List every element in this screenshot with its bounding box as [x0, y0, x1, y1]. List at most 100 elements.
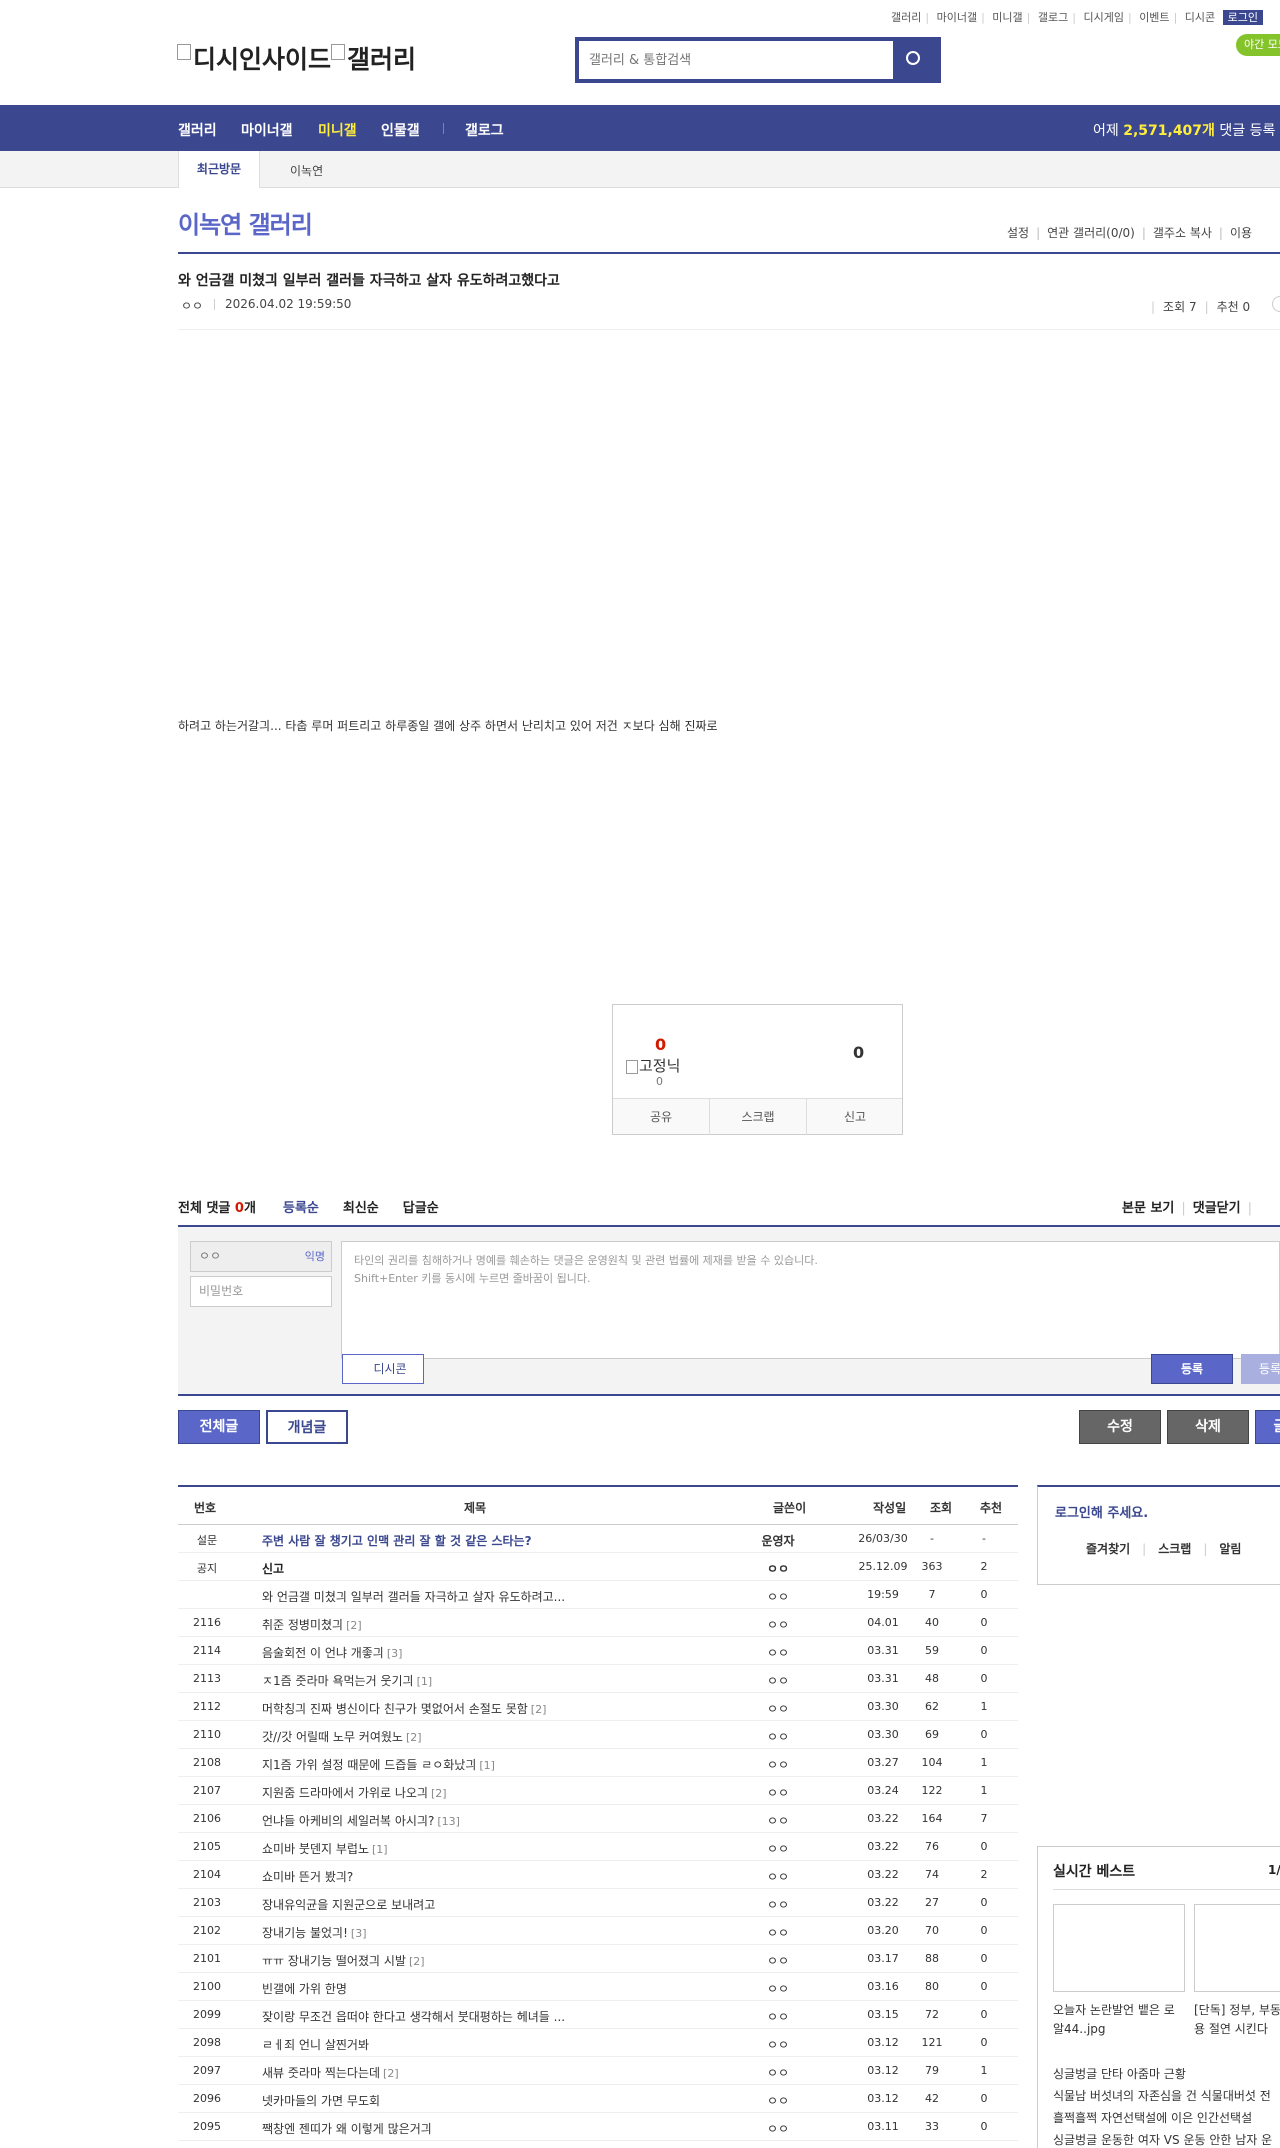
nav-gallery[interactable]: 갤러리 [178, 120, 217, 140]
table-row[interactable]: 2097 새뷰 줏라마 찍는다는데 [2] ㅇㅇ 03.12 79 1 [178, 2057, 1018, 2085]
row-writer[interactable]: ㅇㅇ [748, 1868, 808, 1885]
row-writer[interactable]: ㅇㅇ [748, 1896, 808, 1913]
best-thumbnail[interactable] [1053, 1904, 1185, 1992]
row-title[interactable]: 머학칭긔 진짜 병신이다 친구가 몇없어서 손절도 못함 [2] [262, 1700, 546, 1717]
nav-gallog[interactable]: 갤로그 [465, 120, 504, 140]
row-writer[interactable]: ㅇㅇ [748, 2064, 808, 2081]
write-button[interactable]: 글 [1255, 1410, 1280, 1444]
row-writer[interactable]: ㅇㅇ [748, 1980, 808, 1997]
option-related[interactable]: 연관 갤러리(0/0) [1047, 226, 1135, 240]
comment-textarea[interactable]: 타인의 권리를 침해하거나 명예를 훼손하는 댓글은 운영원칙 및 관련 법률에… [341, 1241, 1280, 1359]
row-title[interactable]: 장내기능 불었긔! [3] [262, 1924, 367, 1941]
fixed-nick-recommend-button[interactable]: 고정닉 [626, 1055, 680, 1076]
recent-visit-label[interactable]: 최근방문 [178, 151, 260, 188]
best-item[interactable]: 식물남 버섯녀의 자존심을 건 식물대버섯 전 [1053, 2087, 1271, 2104]
best-item[interactable]: 싱글벙글 단타 아줌마 근황 [1053, 2065, 1186, 2082]
row-title[interactable]: 갓//갓 어릴때 노무 커여웠노 [2] [262, 1728, 422, 1745]
row-writer[interactable]: 운영자 [748, 1532, 808, 1549]
row-title[interactable]: 언냐들 아케비의 세일러복 아시긔? [13] [262, 1812, 460, 1829]
row-title[interactable]: ㅠㅠ 장내기능 떨어졌긔 시발 [2] [262, 1952, 425, 1969]
util-link-minor[interactable]: 마이너갤 [937, 11, 977, 24]
table-row[interactable]: 2114 음술회전 이 언냐 개좋긔 [3] ㅇㅇ 03.31 59 0 [178, 1637, 1018, 1665]
table-row[interactable]: 2113 ㅈ1즘 줏라마 욕먹는거 웃기긔 [1] ㅇㅇ 03.31 48 0 [178, 1665, 1018, 1693]
util-link-gallery[interactable]: 갤러리 [891, 11, 921, 24]
row-writer[interactable]: ㅇㅇ [748, 1616, 808, 1633]
reply-count[interactable]: [13] [437, 1815, 460, 1828]
row-writer[interactable]: ㅇㅇ [748, 1644, 808, 1661]
reply-count[interactable]: [3] [351, 1927, 367, 1940]
table-row[interactable]: 2101 ㅠㅠ 장내기능 떨어졌긔 시발 [2] ㅇㅇ 03.17 88 0 [178, 1945, 1018, 1973]
row-title[interactable]: 지1즘 가위 설정 때문에 드즙들 ㄹㅇ화났긔 [1] [262, 1756, 495, 1773]
more-icon[interactable] [1272, 296, 1280, 312]
site-logo[interactable]: 디시인사이드 갤러리 [177, 40, 416, 76]
row-writer[interactable]: ㅇㅇ [748, 1812, 808, 1829]
row-title[interactable]: 주변 사람 잘 챙기고 인맥 관리 잘 할 것 같은 스타는? [262, 1532, 532, 1549]
close-comments-button[interactable]: 댓글닫기 [1193, 1201, 1241, 1216]
delete-button[interactable]: 삭제 [1167, 1410, 1249, 1444]
row-writer[interactable]: ㅇㅇ [748, 2008, 808, 2025]
nav-mini[interactable]: 미니갤 [318, 120, 357, 140]
all-posts-button[interactable]: 전체글 [178, 1410, 260, 1444]
row-title[interactable]: 넷카마들의 가면 무도회 [262, 2092, 380, 2109]
dccon-button[interactable]: 디시콘 [342, 1354, 424, 1384]
reply-count[interactable]: [2] [383, 2067, 399, 2080]
search-button[interactable] [893, 41, 937, 79]
util-link-gallog[interactable]: 갤로그 [1038, 11, 1068, 24]
reply-count[interactable]: [3] [387, 1647, 403, 1660]
util-link-event[interactable]: 이벤트 [1139, 11, 1169, 24]
row-writer[interactable]: ㅇㅇ [748, 1672, 808, 1689]
reply-count[interactable]: [2] [531, 1703, 547, 1716]
nav-person[interactable]: 인물갤 [381, 120, 420, 140]
comment-name-field[interactable]: ㅇㅇ 익명 [190, 1241, 332, 1272]
share-button[interactable]: 공유 [613, 1099, 709, 1135]
table-row[interactable]: 2098 ㄹㅔ죄 언니 살찐거봐 ㅇㅇ 03.12 121 0 [178, 2029, 1018, 2057]
recent-visit-item[interactable]: 이녹연 [290, 162, 323, 179]
report-button[interactable]: 신고 [807, 1099, 903, 1135]
post-author[interactable]: ㅇㅇ [181, 297, 203, 314]
util-link-game[interactable]: 디시게임 [1083, 11, 1123, 24]
table-row[interactable]: 2102 장내기능 불었긔! [3] ㅇㅇ 03.20 70 0 [178, 1917, 1018, 1945]
row-writer[interactable]: ㅇㅇ [748, 2092, 808, 2109]
table-row[interactable]: 2106 언냐들 아케비의 세일러복 아시긔? [13] ㅇㅇ 03.22 164 7 [178, 1805, 1018, 1833]
row-title[interactable]: 음술회전 이 언냐 개좋긔 [3] [262, 1644, 402, 1661]
option-settings[interactable]: 설정 [1007, 226, 1029, 240]
option-copy-address[interactable]: 갤주소 복사 [1153, 226, 1212, 240]
edit-button[interactable]: 수정 [1079, 1410, 1161, 1444]
row-writer[interactable]: ㅇㅇ [748, 1588, 808, 1605]
option-usage[interactable]: 이용 [1230, 226, 1252, 240]
comment-submit-button[interactable]: 등록 [1151, 1354, 1233, 1384]
row-writer[interactable]: ㅇㅇ [748, 1756, 808, 1773]
util-link-dccon[interactable]: 디시콘 [1185, 11, 1215, 24]
best-thumb-caption[interactable]: [단독] 정부, 부동 용 절연 시킨다 [1194, 2001, 1280, 2039]
table-row[interactable]: 2095 짹창엔 젠띠가 왜 이렇게 많은거긔 ㅇㅇ 03.11 33 0 [178, 2113, 1018, 2141]
table-row[interactable]: 2110 갓//갓 어릴때 노무 커여웠노 [2] ㅇㅇ 03.30 69 0 [178, 1721, 1018, 1749]
row-writer[interactable]: ㅇㅇ [748, 1728, 808, 1745]
favorites-link[interactable]: 즐겨찾기 [1086, 1542, 1130, 1556]
search-input[interactable] [583, 45, 883, 75]
table-row[interactable]: 공지 신고 ㅇㅇ 25.12.09 363 2 [178, 1553, 1018, 1581]
reply-count[interactable]: [2] [409, 1955, 425, 1968]
reply-count[interactable]: [2] [346, 1619, 362, 1632]
row-title[interactable]: 쇼미바 붓덴지 부럽노 [1] [262, 1840, 388, 1857]
scrap-button[interactable]: 스크랩 [710, 1099, 806, 1135]
row-writer[interactable]: ㅇㅇ [748, 2036, 808, 2053]
row-writer[interactable]: ㅇㅇ [748, 1924, 808, 1941]
row-title[interactable]: 쇼미바 뜬거 봤긔? [262, 1868, 353, 1885]
sort-registered[interactable]: 등록순 [283, 1201, 319, 1216]
row-writer[interactable]: ㅇㅇ [748, 1784, 808, 1801]
row-title[interactable]: 지원줌 드라마에서 가위로 나오긔 [2] [262, 1784, 447, 1801]
concept-posts-button[interactable]: 개념글 [266, 1410, 348, 1444]
table-row[interactable]: 2100 빈갤에 가위 한명 ㅇㅇ 03.16 80 0 [178, 1973, 1018, 2001]
table-row[interactable]: 2107 지원줌 드라마에서 가위로 나오긔 [2] ㅇㅇ 03.24 122 1 [178, 1777, 1018, 1805]
row-title[interactable]: 짹창엔 젠띠가 왜 이렇게 많은거긔 [262, 2120, 432, 2137]
best-item[interactable]: 흘쩍흘쩍 자연선택설에 이은 인간선택설 [1053, 2109, 1252, 2126]
row-writer[interactable]: ㅇㅇ [748, 1840, 808, 1857]
row-title[interactable]: ㅈ1즘 줏라마 욕먹는거 웃기긔 [1] [262, 1672, 432, 1689]
alarm-link[interactable]: 알림 [1219, 1542, 1241, 1556]
row-title[interactable]: 장내유익균을 지원군으로 보내려고 [262, 1896, 435, 1913]
util-link-mini[interactable]: 미니갤 [992, 11, 1022, 24]
view-body-button[interactable]: 본문 보기 [1122, 1201, 1174, 1216]
table-row[interactable]: 2104 쇼미바 뜬거 봤긔? ㅇㅇ 03.22 74 2 [178, 1861, 1018, 1889]
row-writer[interactable]: ㅇㅇ [748, 1560, 808, 1577]
comment-password-field[interactable]: 비밀번호 [190, 1276, 332, 1307]
